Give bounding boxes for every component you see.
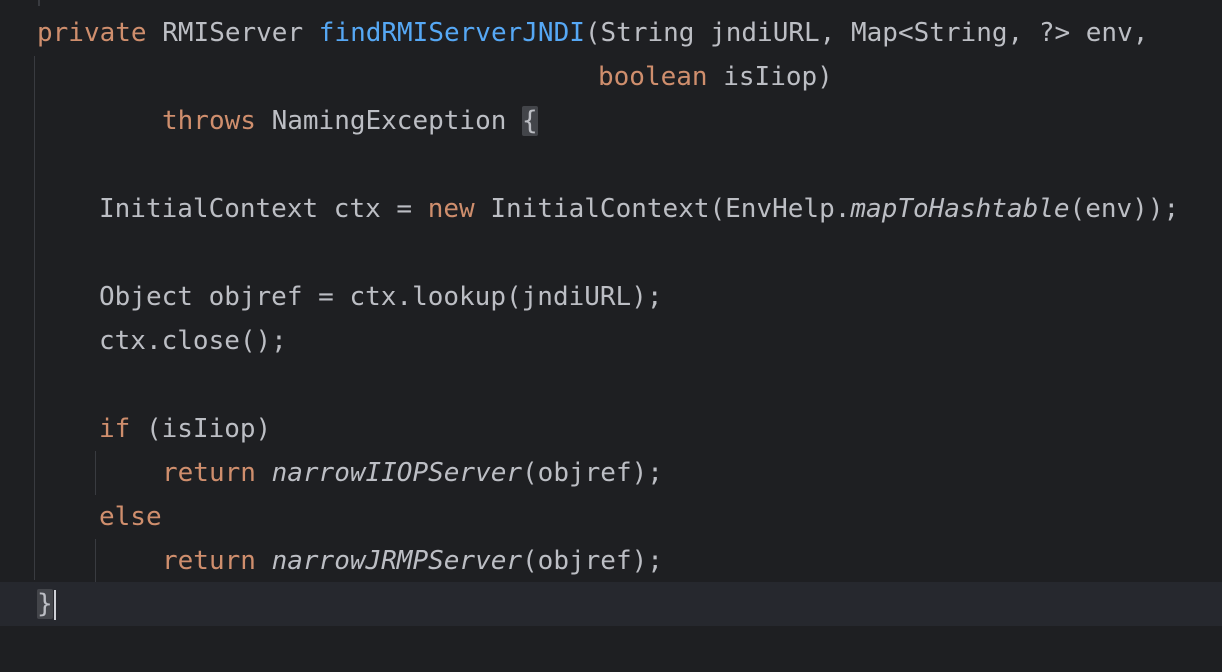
code-line-14[interactable]: } <box>0 582 1222 626</box>
keyword-token: if <box>99 414 131 444</box>
code-line-3[interactable]: throws NamingException { <box>0 99 1222 143</box>
code-token: (env)); <box>1069 194 1180 224</box>
code-line-1[interactable]: private RMIServer findRMIServerJNDI(Stri… <box>0 11 1222 55</box>
line-code: boolean isIiop) <box>598 55 833 99</box>
code-line-5[interactable]: InitialContext ctx = new InitialContext(… <box>0 187 1222 231</box>
code-token: (isIiop) <box>130 414 272 444</box>
keyword-token: return <box>162 546 256 576</box>
code-line-11[interactable]: return narrowIIOPServer(objref); <box>0 451 1222 495</box>
code-line-10[interactable]: if (isIiop) <box>0 407 1222 451</box>
code-token: InitialContext ctx = <box>99 194 428 224</box>
line-code: return narrowIIOPServer(objref); <box>162 451 663 495</box>
matched-brace: { <box>522 106 538 136</box>
line-code: Object objref = ctx.lookup(jndiURL); <box>99 275 663 319</box>
code-token: (objref); <box>522 546 663 576</box>
code-token: (String jndiURL, Map<String, ?> env, <box>584 18 1149 48</box>
code-line-6[interactable] <box>0 231 1222 275</box>
line-code: if (isIiop) <box>99 407 271 451</box>
code-token: isIiop) <box>707 62 833 92</box>
keyword-token: return <box>162 458 256 488</box>
keyword-token: private <box>37 18 147 48</box>
matched-brace: } <box>37 589 53 619</box>
line-code: } <box>37 582 56 626</box>
line-code: ctx.close(); <box>99 319 287 363</box>
line-code: return narrowJRMPServer(objref); <box>162 539 663 583</box>
code-token: Object objref = ctx.lookup(jndiURL); <box>99 282 663 312</box>
code-line-4[interactable] <box>0 143 1222 187</box>
method-name-token: findRMIServerJNDI <box>318 18 585 48</box>
keyword-token: new <box>427 194 475 224</box>
fold-marker <box>38 0 40 6</box>
static-method-token: narrowIIOPServer <box>271 458 523 488</box>
code-token: RMIServer <box>146 18 319 48</box>
code-line-2[interactable]: boolean isIiop) <box>0 55 1222 99</box>
keyword-token: throws <box>162 106 256 136</box>
code-line-13[interactable]: return narrowJRMPServer(objref); <box>0 539 1222 583</box>
code-token: (objref); <box>522 458 663 488</box>
line-code: InitialContext ctx = new InitialContext(… <box>99 187 1179 231</box>
static-method-token: narrowJRMPServer <box>271 546 523 576</box>
code-token: NamingException <box>255 106 523 136</box>
code-token: ctx.close(); <box>99 326 287 356</box>
code-token: InitialContext(EnvHelp. <box>474 194 851 224</box>
text-caret <box>53 589 56 620</box>
code-line-9[interactable] <box>0 363 1222 407</box>
keyword-token: boolean <box>598 62 708 92</box>
code-line-12[interactable]: else <box>0 495 1222 539</box>
keyword-token: else <box>99 502 162 532</box>
code-line-7[interactable]: Object objref = ctx.lookup(jndiURL); <box>0 275 1222 319</box>
line-code: throws NamingException { <box>162 99 538 143</box>
static-method-token: mapToHashtable <box>850 194 1070 224</box>
line-code: else <box>99 495 162 539</box>
line-code: private RMIServer findRMIServerJNDI(Stri… <box>37 11 1148 55</box>
code-editor[interactable]: private RMIServer findRMIServerJNDI(Stri… <box>0 0 1222 672</box>
code-line-8[interactable]: ctx.close(); <box>0 319 1222 363</box>
